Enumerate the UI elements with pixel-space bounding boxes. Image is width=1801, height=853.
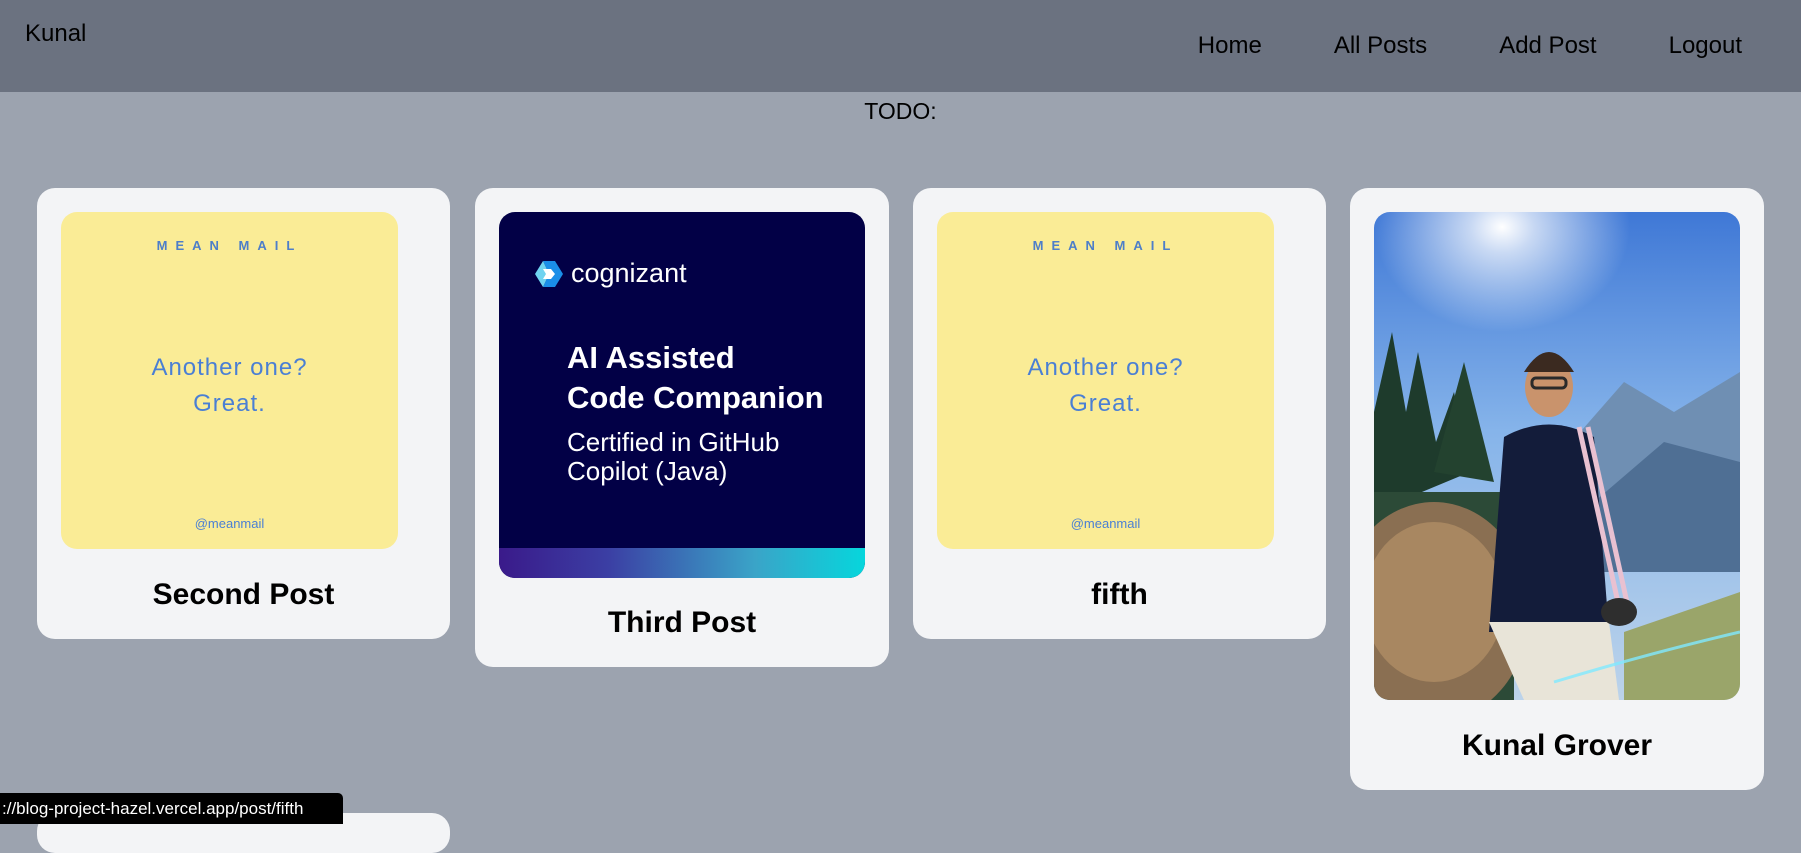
mean-mail-handle: @meanmail bbox=[1070, 516, 1141, 531]
cognizant-logo-icon bbox=[535, 260, 563, 287]
post-title: Kunal Grover bbox=[1461, 729, 1653, 762]
certificate-heading: AI Assisted Code Companion bbox=[567, 340, 824, 415]
post-thumbnail: MEAN MAIL Another one? Great. @meanmail bbox=[937, 212, 1274, 549]
nav-home-link[interactable]: Home bbox=[1198, 30, 1262, 62]
nav-add-post-link[interactable]: Add Post bbox=[1499, 30, 1596, 62]
post-title: Third Post bbox=[607, 606, 757, 639]
mean-mail-image: MEAN MAIL Another one? Great. @meanmail bbox=[61, 212, 398, 549]
site-brand[interactable]: Kunal bbox=[25, 20, 86, 48]
post-thumbnail: cognizant AI Assisted Code Companion Cer… bbox=[499, 212, 865, 578]
mean-mail-logo: MEAN MAIL bbox=[156, 238, 303, 253]
post-card-second-post[interactable]: MEAN MAIL Another one? Great. @meanmail … bbox=[37, 188, 450, 639]
mean-mail-handle: @meanmail bbox=[194, 516, 265, 531]
post-card-third-post[interactable]: cognizant AI Assisted Code Companion Cer… bbox=[475, 188, 889, 667]
post-title: fifth bbox=[1091, 578, 1148, 611]
certificate-subheading: Certified in GitHub Copilot (Java) bbox=[567, 427, 780, 486]
post-thumbnail: MEAN MAIL Another one? Great. @meanmail bbox=[61, 212, 398, 549]
cognizant-certificate-image: cognizant AI Assisted Code Companion Cer… bbox=[499, 212, 865, 578]
main-nav: Home All Posts Add Post Logout bbox=[1198, 30, 1801, 62]
cognizant-logo: cognizant bbox=[533, 258, 687, 289]
post-card-kunal-grover[interactable]: Kunal Grover bbox=[1350, 188, 1764, 790]
top-nav-bar: Kunal Home All Posts Add Post Logout bbox=[0, 0, 1801, 92]
todo-label: TODO: bbox=[864, 98, 937, 124]
mean-mail-logo: MEAN MAIL bbox=[1032, 238, 1179, 253]
post-title: Second Post bbox=[152, 578, 335, 611]
mean-mail-image: MEAN MAIL Another one? Great. @meanmail bbox=[937, 212, 1274, 549]
post-thumbnail bbox=[1374, 212, 1740, 700]
post-card-fifth[interactable]: MEAN MAIL Another one? Great. @meanmail … bbox=[913, 188, 1326, 639]
nav-logout-button[interactable]: Logout bbox=[1669, 30, 1742, 62]
link-status-bar: ://blog-project-hazel.vercel.app/post/fi… bbox=[0, 793, 343, 824]
mean-mail-tagline: Another one? Great. bbox=[1027, 354, 1184, 417]
gradient-band bbox=[499, 548, 865, 578]
nav-all-posts-link[interactable]: All Posts bbox=[1334, 30, 1427, 62]
profile-photo bbox=[1374, 212, 1740, 700]
mean-mail-tagline: Another one? Great. bbox=[151, 354, 308, 417]
